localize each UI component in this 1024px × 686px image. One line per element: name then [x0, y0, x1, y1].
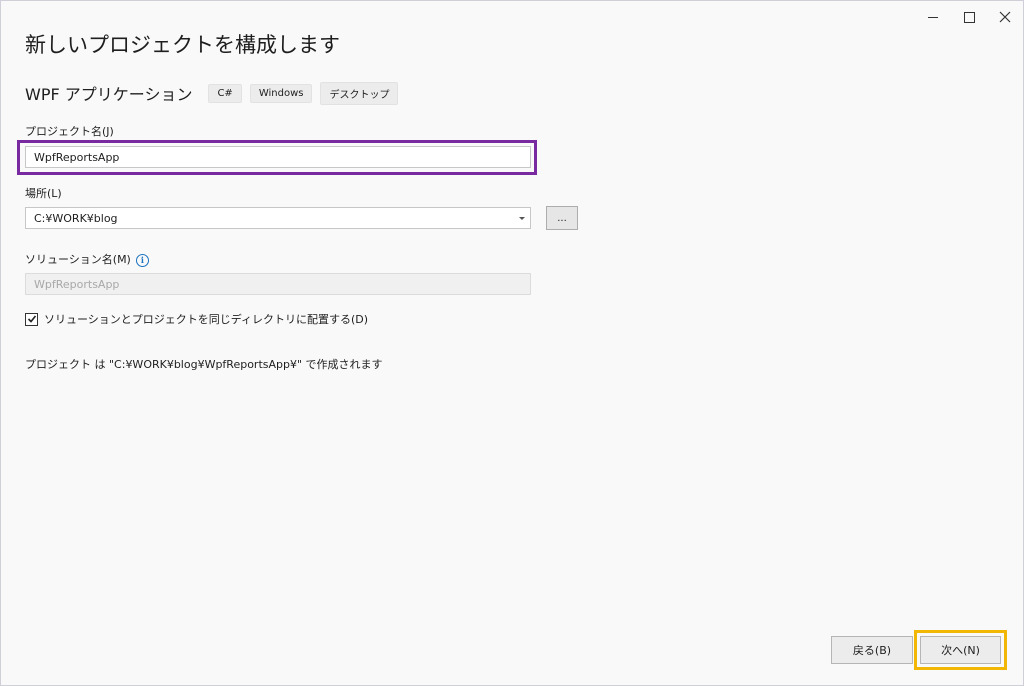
project-name-input[interactable]: WpfReportsApp: [25, 146, 531, 168]
location-label: 場所(L): [25, 187, 62, 200]
same-directory-checkbox[interactable]: [25, 312, 38, 326]
info-icon[interactable]: i: [135, 253, 149, 267]
template-info: WPF アプリケーション C# Windows デスクトップ: [25, 81, 406, 105]
tag-platform: Windows: [249, 83, 313, 103]
page-title: 新しいプロジェクトを構成します: [25, 33, 340, 57]
checkmark-icon: [27, 315, 36, 323]
browse-button[interactable]: ...: [546, 206, 578, 230]
solution-name-input: WpfReportsApp: [25, 273, 531, 295]
same-directory-option[interactable]: ソリューションとプロジェクトを同じディレクトリに配置する(D): [25, 311, 368, 327]
chevron-down-icon[interactable]: [519, 217, 525, 220]
configure-project-window: 新しいプロジェクトを構成します WPF アプリケーション C# Windows …: [0, 0, 1024, 686]
template-name: WPF アプリケーション: [25, 85, 193, 104]
window-controls: [915, 1, 1023, 33]
minimize-icon[interactable]: [915, 1, 951, 33]
back-button[interactable]: 戻る(B): [831, 636, 913, 664]
solution-name-label-row: ソリューション名(M) i: [25, 251, 149, 267]
maximize-icon[interactable]: [951, 1, 987, 33]
project-path-message: プロジェクト は "C:¥WORK¥blog¥WpfReportsApp¥" で…: [25, 358, 383, 371]
solution-name-value: WpfReportsApp: [34, 277, 120, 291]
tag-language: C#: [208, 83, 242, 103]
same-directory-label: ソリューションとプロジェクトを同じディレクトリに配置する(D): [44, 313, 369, 326]
tag-project-type: デスクトップ: [320, 81, 399, 105]
solution-name-label: ソリューション名(M): [25, 253, 131, 266]
project-name-value: WpfReportsApp: [34, 150, 120, 164]
close-icon[interactable]: [987, 1, 1023, 33]
project-name-label: プロジェクト名(J): [25, 125, 114, 138]
location-value: C:¥WORK¥blog: [34, 211, 118, 225]
next-button[interactable]: 次へ(N): [920, 636, 1001, 664]
location-combobox[interactable]: C:¥WORK¥blog: [25, 207, 531, 229]
